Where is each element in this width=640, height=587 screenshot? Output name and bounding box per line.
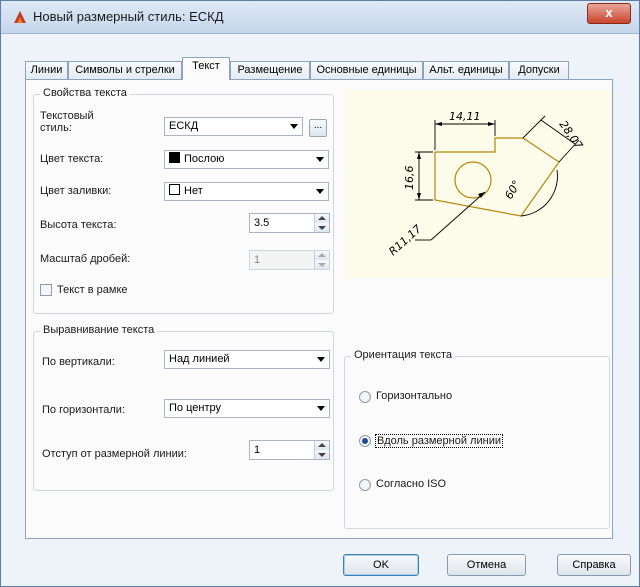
chevron-down-icon bbox=[317, 357, 325, 362]
dimension-preview-drawing: 14,11 16,6 28,07 60° R11,17 bbox=[386, 110, 586, 258]
text-height-label: Высота текста: bbox=[40, 219, 117, 231]
text-alignment-title: Выравнивание текста bbox=[40, 324, 158, 336]
text-alignment-group: Выравнивание текста По вертикали: Над ли… bbox=[33, 324, 334, 491]
preview-dimensions bbox=[415, 115, 580, 241]
preview-area: 14,11 16,6 28,07 60° R11,17 bbox=[345, 90, 611, 278]
tab-lines[interactable]: Линии bbox=[25, 61, 68, 79]
radio-aligned-with-dim-line[interactable] bbox=[359, 435, 371, 447]
close-button[interactable]: x bbox=[587, 3, 631, 24]
radio-iso-label: Согласно ISO bbox=[376, 478, 447, 490]
text-style-value: ЕСКД bbox=[169, 120, 199, 132]
help-button[interactable]: Справка bbox=[557, 554, 631, 576]
text-color-value: Послою bbox=[184, 153, 225, 165]
preview-dim-top: 14,11 bbox=[449, 110, 481, 123]
text-height-spinner[interactable]: 3.5 bbox=[249, 213, 330, 233]
tab-text[interactable]: Текст bbox=[182, 57, 230, 80]
offset-spinner[interactable]: 1 bbox=[249, 440, 330, 460]
preview-dim-left: 16,6 bbox=[403, 166, 416, 191]
window-title: Новый размерный стиль: ЕСКД bbox=[33, 9, 224, 24]
close-icon: x bbox=[605, 5, 613, 20]
text-color-dropdown[interactable]: Послою bbox=[164, 150, 329, 169]
tab-panel-text: Свойства текста Текстовый стиль: ЕСКД ..… bbox=[25, 79, 613, 539]
text-orientation-group: Ориентация текста Горизонтально Вдоль ра… bbox=[344, 349, 610, 529]
text-properties-group: Свойства текста Текстовый стиль: ЕСКД ..… bbox=[33, 87, 334, 314]
autocad-app-icon bbox=[14, 11, 26, 23]
tab-alt-units[interactable]: Альт. единицы bbox=[423, 61, 509, 79]
preview-angle: 60° bbox=[502, 178, 523, 201]
fraction-scale-label: Масштаб дробей: bbox=[40, 253, 131, 265]
draw-frame-checkbox[interactable] bbox=[40, 284, 52, 296]
color-swatch-icon bbox=[169, 184, 180, 195]
tab-fit[interactable]: Размещение bbox=[230, 61, 310, 79]
fraction-scale-spinner[interactable]: 1 bbox=[249, 250, 330, 270]
preview-geometry bbox=[434, 137, 560, 217]
chevron-down-icon bbox=[316, 189, 324, 194]
offset-label: Отступ от размерной линии: bbox=[42, 448, 187, 460]
tab-symbols-arrows[interactable]: Символы и стрелки bbox=[68, 61, 182, 79]
tab-primary-units[interactable]: Основные единицы bbox=[310, 61, 423, 79]
color-swatch-icon bbox=[169, 152, 180, 163]
text-properties-title: Свойства текста bbox=[40, 87, 130, 99]
horizontal-label: По горизонтали: bbox=[42, 404, 125, 416]
chevron-down-icon bbox=[317, 406, 325, 411]
text-height-value: 3.5 bbox=[254, 217, 270, 229]
fraction-scale-value: 1 bbox=[254, 254, 261, 266]
text-style-browse-button[interactable]: ... bbox=[309, 119, 327, 137]
dialog-window: Новый размерный стиль: ЕСКД x Линии Симв… bbox=[0, 0, 640, 587]
ok-button[interactable]: OK bbox=[343, 554, 419, 576]
chevron-down-icon bbox=[290, 124, 298, 129]
fill-color-label: Цвет заливки: bbox=[40, 185, 112, 197]
text-style-label-line1: Текстовый bbox=[40, 110, 94, 122]
vertical-label: По вертикали: bbox=[42, 356, 115, 368]
chevron-down-icon bbox=[316, 157, 324, 162]
title-bar[interactable]: Новый размерный стиль: ЕСКД x bbox=[1, 1, 639, 34]
text-color-label: Цвет текста: bbox=[40, 153, 104, 165]
offset-value: 1 bbox=[254, 444, 261, 456]
tab-tolerances[interactable]: Допуски bbox=[509, 61, 569, 79]
text-style-dropdown[interactable]: ЕСКД bbox=[164, 117, 303, 136]
fill-color-dropdown[interactable]: Нет bbox=[164, 182, 329, 201]
spin-down-icon[interactable] bbox=[315, 223, 329, 232]
radio-horizontal-label: Горизонтально bbox=[376, 390, 453, 402]
radio-iso[interactable] bbox=[359, 479, 371, 491]
preview-arrowheads bbox=[417, 122, 495, 200]
radio-horizontal[interactable] bbox=[359, 391, 371, 403]
vertical-dropdown[interactable]: Над линией bbox=[164, 350, 330, 369]
draw-frame-label: Текст в рамке bbox=[57, 284, 128, 296]
spin-down-icon[interactable] bbox=[315, 260, 329, 269]
radio-aligned-label: Вдоль размерной линии bbox=[375, 434, 503, 448]
text-style-label-line2: стиль: bbox=[40, 122, 72, 134]
cancel-button[interactable]: Отмена bbox=[447, 554, 526, 576]
vertical-value: Над линией bbox=[169, 353, 230, 365]
horizontal-value: По центру bbox=[169, 402, 221, 414]
fill-color-value: Нет bbox=[184, 185, 203, 197]
spin-down-icon[interactable] bbox=[315, 450, 329, 459]
preview-dim-right: 28,07 bbox=[557, 118, 586, 151]
horizontal-dropdown[interactable]: По центру bbox=[164, 399, 330, 418]
text-orientation-title: Ориентация текста bbox=[351, 349, 456, 361]
